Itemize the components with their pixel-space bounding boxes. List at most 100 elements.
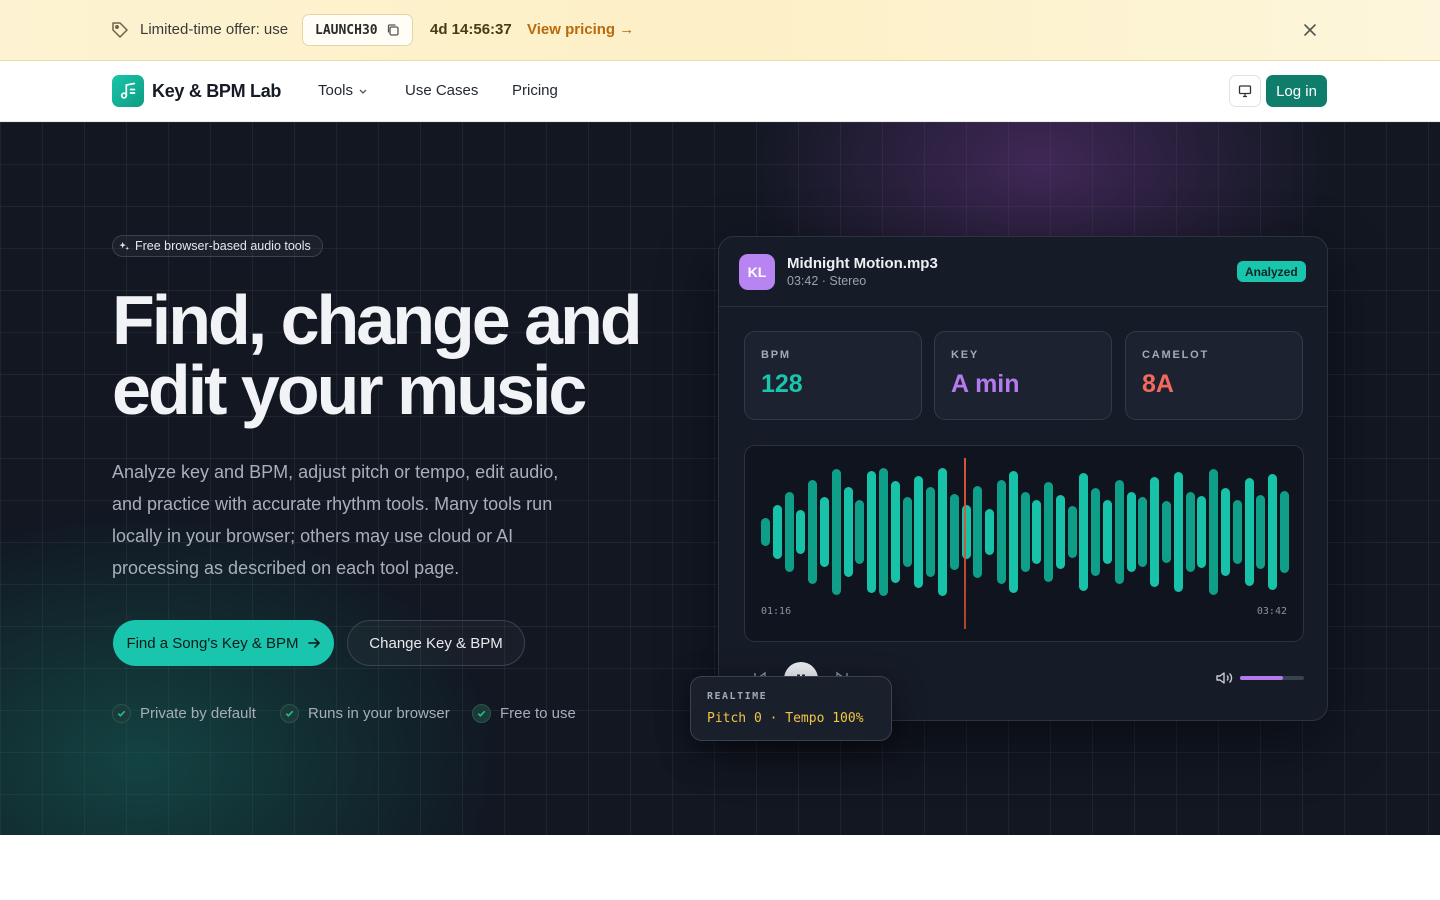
avatar: KL bbox=[739, 254, 775, 290]
find-key-bpm-button[interactable]: Find a Song's Key & BPM bbox=[113, 620, 334, 666]
theme-toggle-button[interactable] bbox=[1229, 75, 1261, 107]
realtime-tooltip: REALTIME Pitch 0 · Tempo 100% bbox=[690, 676, 892, 741]
headline-line-2: edit your music bbox=[112, 351, 587, 429]
waveform-bar bbox=[1256, 494, 1266, 570]
waveform-bar bbox=[855, 500, 865, 564]
stat-key: KEY A min bbox=[934, 331, 1112, 420]
waveform-bar bbox=[949, 493, 959, 571]
feature-pill: Free browser-based audio tools bbox=[112, 235, 323, 257]
stat-label: CAMELOT bbox=[1142, 349, 1209, 361]
check-icon bbox=[280, 704, 299, 723]
waveform-bar bbox=[1221, 488, 1231, 576]
waveform-bar bbox=[1114, 479, 1124, 585]
logo[interactable] bbox=[112, 75, 144, 107]
waveform-bar bbox=[914, 475, 924, 589]
top-navbar: Key & BPM Lab Tools Use Cases Pricing Lo… bbox=[0, 61, 1440, 122]
promo-code-button[interactable]: LAUNCH30 bbox=[302, 14, 413, 46]
waveform-bar bbox=[1232, 500, 1242, 564]
waveform-bar bbox=[1150, 476, 1160, 588]
waveform-bar bbox=[926, 487, 936, 577]
waveform-bar bbox=[1268, 474, 1278, 590]
card-header: KL Midnight Motion.mp3 03:42 · Stereo An… bbox=[719, 237, 1327, 307]
waveform-bar bbox=[1020, 492, 1030, 572]
waveform-bar bbox=[1103, 500, 1113, 564]
chevron-down-icon bbox=[359, 89, 367, 94]
waveform-bar bbox=[890, 480, 900, 584]
waveform-panel[interactable]: 01:16 03:42 bbox=[744, 445, 1304, 642]
file-name: Midnight Motion.mp3 bbox=[787, 255, 938, 272]
music-note-icon bbox=[120, 82, 136, 99]
waveform-bar bbox=[1209, 469, 1219, 595]
volume-slider[interactable] bbox=[1240, 676, 1304, 680]
waveform-bar bbox=[973, 485, 983, 579]
promo-code: LAUNCH30 bbox=[315, 22, 378, 38]
waveform-bar bbox=[867, 471, 877, 593]
check-icon bbox=[472, 704, 491, 723]
waveform-bar bbox=[1280, 491, 1289, 573]
volume-icon[interactable] bbox=[1215, 670, 1233, 686]
feature-label: Free to use bbox=[500, 705, 576, 722]
waveform-bar bbox=[843, 487, 853, 577]
stat-bpm: BPM 128 bbox=[744, 331, 922, 420]
feature-free: Free to use bbox=[472, 704, 576, 723]
audio-analyzer-card: KL Midnight Motion.mp3 03:42 · Stereo An… bbox=[718, 236, 1328, 721]
time-current: 01:16 bbox=[761, 606, 792, 617]
sparkles-icon bbox=[119, 241, 130, 250]
stat-camelot: CAMELOT 8A bbox=[1125, 331, 1303, 420]
feature-private: Private by default bbox=[112, 704, 256, 723]
waveform-bar bbox=[1091, 488, 1101, 576]
change-key-bpm-button[interactable]: Change Key & BPM bbox=[347, 620, 525, 666]
feature-label: Private by default bbox=[140, 705, 256, 722]
waveform-bar bbox=[1032, 500, 1042, 564]
close-icon[interactable] bbox=[1300, 20, 1320, 40]
nav-pricing[interactable]: Pricing bbox=[512, 82, 558, 99]
waveform-bar bbox=[985, 508, 995, 556]
feature-pill-label: Free browser-based audio tools bbox=[135, 239, 311, 253]
waveform-bar bbox=[878, 468, 888, 596]
waveform-bar bbox=[1138, 496, 1148, 568]
waveform[interactable] bbox=[761, 468, 1289, 596]
stat-value: 128 bbox=[761, 370, 803, 398]
waveform-bar bbox=[831, 469, 841, 595]
volume-fill bbox=[1240, 676, 1283, 680]
arrow-right-icon bbox=[307, 638, 320, 648]
monitor-icon bbox=[1238, 85, 1252, 98]
feature-label: Runs in your browser bbox=[308, 705, 450, 722]
waveform-bar bbox=[819, 496, 829, 568]
headline-line-1: Find, change and bbox=[112, 281, 643, 359]
waveform-bar bbox=[996, 479, 1006, 585]
waveform-bar bbox=[961, 505, 971, 559]
waveform-bar bbox=[1173, 471, 1183, 593]
waveform-bar bbox=[796, 509, 806, 555]
waveform-bar bbox=[784, 492, 794, 572]
waveform-bar bbox=[1044, 482, 1054, 582]
realtime-label: REALTIME bbox=[707, 691, 768, 702]
status-badge: Analyzed bbox=[1237, 261, 1306, 282]
waveform-bar bbox=[1244, 478, 1254, 586]
realtime-value: Pitch 0 · Tempo 100% bbox=[707, 711, 864, 726]
view-pricing-link[interactable]: View pricing → bbox=[527, 21, 634, 38]
waveform-bar bbox=[808, 479, 818, 585]
waveform-bar bbox=[1162, 501, 1172, 563]
time-total: 03:42 bbox=[1256, 606, 1287, 617]
waveform-bar bbox=[1185, 492, 1195, 572]
check-icon bbox=[112, 704, 131, 723]
nav-use-cases[interactable]: Use Cases bbox=[405, 82, 478, 99]
waveform-bar bbox=[902, 496, 912, 568]
feature-browser: Runs in your browser bbox=[280, 704, 450, 723]
login-button[interactable]: Log in bbox=[1266, 75, 1327, 107]
waveform-bar bbox=[1126, 492, 1136, 572]
waveform-bar bbox=[772, 505, 782, 559]
hero-description: Analyze key and BPM, adjust pitch or tem… bbox=[112, 462, 559, 578]
waveform-bar bbox=[1197, 496, 1207, 568]
hero-headline: Find, change and edit your music bbox=[112, 285, 692, 425]
stat-label: KEY bbox=[951, 349, 980, 361]
promo-countdown: 4d 14:56:37 bbox=[430, 21, 512, 38]
stat-label: BPM bbox=[761, 349, 791, 361]
playhead[interactable] bbox=[964, 458, 966, 629]
promo-text: Limited-time offer: use bbox=[140, 21, 289, 38]
file-meta: 03:42 · Stereo bbox=[787, 274, 867, 288]
tag-icon bbox=[112, 22, 128, 38]
brand-name[interactable]: Key & BPM Lab bbox=[152, 81, 281, 102]
nav-tools[interactable]: Tools bbox=[318, 82, 369, 99]
